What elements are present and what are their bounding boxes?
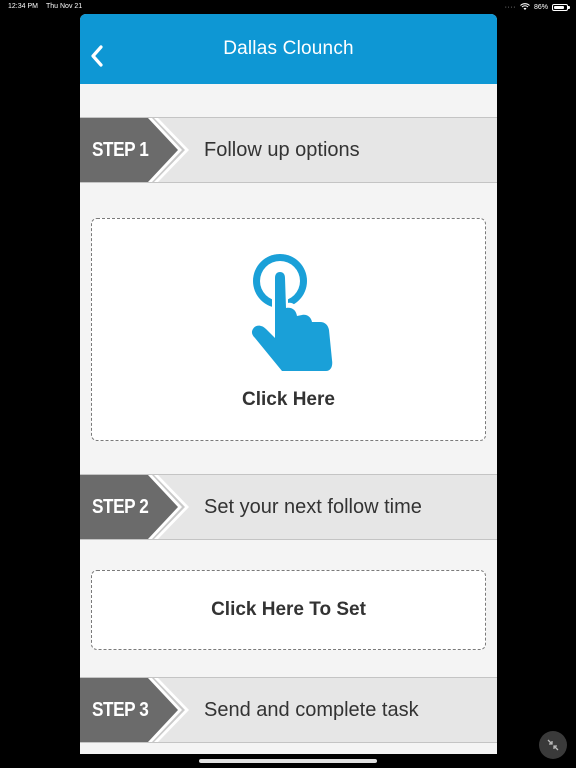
follow-up-options-button[interactable]: Click Here <box>91 218 486 441</box>
step-2-text: Set your next follow time <box>204 496 422 518</box>
status-bar: 12:34 PM Thu Nov 21 ···· 86% <box>0 0 576 14</box>
click-here-to-set-label: Click Here To Set <box>211 599 366 620</box>
step-3-bar: STEP 3 Send and complete task <box>80 677 497 743</box>
battery-percent: 86% <box>533 3 548 11</box>
multitasking-dots-icon: ···· <box>504 3 516 11</box>
chevron-left-icon <box>91 45 103 67</box>
step-2-bar: STEP 2 Set your next follow time <box>80 474 497 540</box>
wifi-icon <box>520 3 530 10</box>
shrink-arrows-icon <box>547 739 559 751</box>
step-3-text: Send and complete task <box>204 699 419 721</box>
step-1-text: Follow up options <box>204 139 360 161</box>
battery-icon <box>552 3 570 11</box>
step-1-bar: STEP 1 Follow up options <box>80 117 497 183</box>
back-button[interactable] <box>88 45 106 67</box>
step-1-label: STEP 1 <box>92 139 149 161</box>
tap-hand-icon <box>248 254 337 375</box>
task-card: Dallas Clounch STEP 1 Follow up options … <box>80 14 497 754</box>
header-bar: Dallas Clounch <box>80 14 497 84</box>
status-right: ···· 86% <box>504 3 570 11</box>
battery-fill <box>554 5 565 9</box>
step-3-label: STEP 3 <box>92 699 149 721</box>
click-here-label: Click Here <box>242 389 335 410</box>
home-indicator[interactable] <box>199 759 377 763</box>
status-date: Thu Nov 21 <box>46 3 83 10</box>
page-title: Dallas Clounch <box>223 38 354 59</box>
step-2-label: STEP 2 <box>92 496 149 518</box>
shrink-window-button[interactable] <box>539 731 567 759</box>
set-follow-time-button[interactable]: Click Here To Set <box>91 570 486 650</box>
status-time: 12:34 PM <box>8 3 38 10</box>
